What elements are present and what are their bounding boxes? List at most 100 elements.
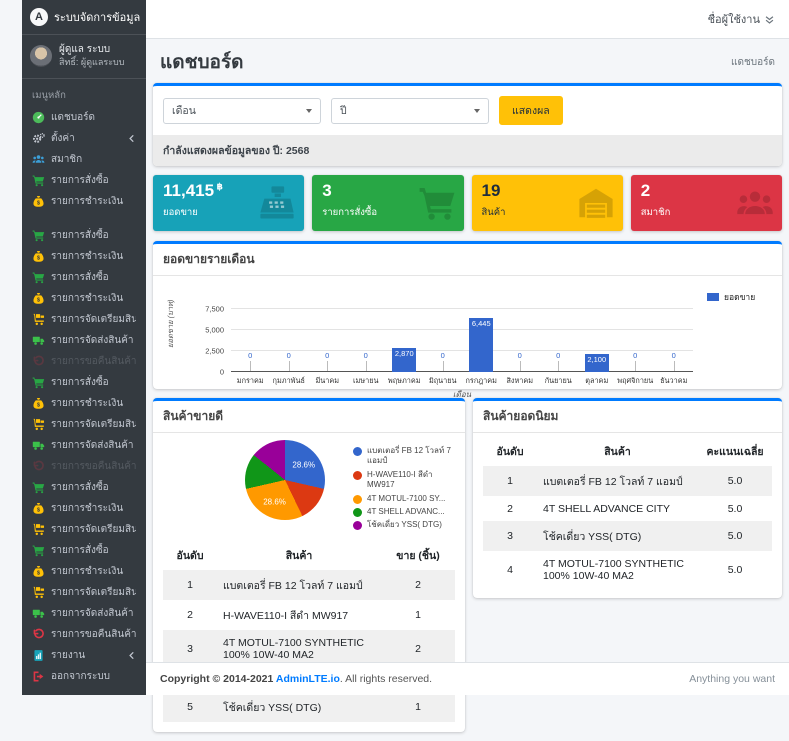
cart-icon [32,481,45,494]
main-area: ชื่อผู้ใช้งาน แดชบอร์ด แดชบอร์ด เดือน ปี… [146,0,789,695]
sidebar-item[interactable]: $รายการชำระเงิน [26,561,142,582]
month-select[interactable]: เดือน [163,98,321,124]
sidebar-item[interactable]: ตั้งค่า [26,128,142,149]
sidebar-item[interactable]: รายการขอคืนสินค้า [26,456,142,477]
bar-value-label: 0 [287,351,291,360]
table-cell: 4 [483,551,537,588]
table-cell: 1 [483,466,537,496]
svg-text:$: $ [37,507,40,513]
sidebar-item[interactable]: รายการสั่งซื้อ [26,477,142,498]
money-icon: $ [32,397,45,410]
x-axis-tick: เมษายน [347,376,386,387]
sidebar-item[interactable]: รายการสั่งซื้อ [26,372,142,393]
sidebar-item[interactable]: รายการจัดส่งสินค้า [26,603,142,624]
sidebar-item-label: รายการสั่งซื้อ [51,228,136,243]
stat-box[interactable]: 2สมาชิก [631,175,782,231]
money-icon: $ [32,250,45,263]
legend-dot [353,495,362,504]
table-header: ขาย (ชิ้น) [381,541,455,570]
sidebar-item-label: ตั้งค่า [51,131,121,146]
undo-icon [32,460,45,473]
sidebar-item-label: รายการจัดเตรียมสินค้า [51,585,136,600]
gears-icon [32,132,45,145]
sidebar-item[interactable]: รายการขอคืนสินค้า [26,351,142,372]
stat-box[interactable]: 3รายการสั่งซื้อ [312,175,463,231]
sidebar-item[interactable]: $รายการชำระเงิน [26,191,142,212]
pie-legend-item: แบตเตอรี่ FB 12 โวลท์ 7 แอมป์ [353,446,459,467]
pie-legend: แบตเตอรี่ FB 12 โวลท์ 7 แอมป์H-WAVE110-I… [353,446,459,531]
y-axis-tick: 2,500 [205,347,224,356]
legend-swatch [707,293,719,301]
user-panel[interactable]: ผู้ดูแล ระบบ สิทธิ์: ผู้ดูแลระบบ [22,35,146,79]
sidebar-item-label: รายการสั่งซื้อ [51,173,136,188]
table-header: สินค้า [537,437,698,466]
year-select[interactable]: ปี [331,98,489,124]
sidebar-item[interactable]: รายการจัดส่งสินค้า [26,435,142,456]
svg-text:$: $ [37,200,40,206]
sidebar-item[interactable]: รายการจัดเตรียมสินค้า [26,519,142,540]
user-menu-caret-icon [764,14,775,25]
popular-products-card: สินค้ายอดนิยม อันดับสินค้าคะแนนเฉลี่ย1แบ… [473,398,782,598]
sidebar-item[interactable]: รายการขอคืนสินค้า [26,624,142,645]
pie-slice-label: 28.6% [263,497,286,506]
stat-box[interactable]: 19สินค้า [472,175,623,231]
sidebar-item[interactable]: สมาชิก [26,149,142,170]
sidebar-item[interactable]: แดชบอร์ด [26,107,142,128]
menu-section-label: เมนูหลัก [22,79,146,107]
table-cell: 5 [163,692,217,722]
sidebar-item[interactable]: $รายการชำระเงิน [26,498,142,519]
monthly-sales-chart: 02,5005,0007,5000มกราคม0กุมภาพันธ์0มีนาค… [153,276,782,389]
footer: Copyright © 2014-2021 AdminLTE.io. All r… [146,662,789,695]
bar-value-label: 0 [248,351,252,360]
chevron-left-icon [127,134,136,143]
adminlte-link[interactable]: AdminLTE.io [276,673,340,685]
pie-chart[interactable]: 28.6%28.6% [245,440,325,520]
sidebar-item-label: รายการสั่งซื้อ [51,480,136,495]
x-axis-tick: มกราคม [231,376,270,387]
user-name: ผู้ดูแล ระบบ [59,44,124,57]
cart-icon [32,229,45,242]
show-results-button[interactable]: แสดงผล [499,96,563,125]
user-menu-button[interactable]: ชื่อผู้ใช้งาน [708,10,775,28]
sidebar-item-label: รายการจัดส่งสินค้า [51,438,136,453]
breadcrumb[interactable]: แดชบอร์ด [731,55,775,70]
sidebar-item-label: รายการชำระเงิน [51,396,136,411]
stat-box[interactable]: 11,415 ฿ยอดขาย [153,175,304,231]
x-axis-title: เดือน [231,388,693,401]
cash-register-icon [258,184,296,222]
legend-label: 4T SHELL ADVANC... [367,507,445,517]
sidebar-item[interactable]: รายการสั่งซื้อ [26,540,142,561]
sidebar-item[interactable]: $รายการชำระเงิน [26,288,142,309]
cart-icon [32,271,45,284]
sidebar-item[interactable]: รายการจัดส่งสินค้า [26,330,142,351]
bar-value-label: 2,100 [587,355,606,364]
sidebar-item[interactable]: รายการสั่งซื้อ [26,225,142,246]
sidebar-item[interactable]: รายการจัดเตรียมสินค้า [26,414,142,435]
sidebar-item[interactable]: ออกจากระบบ [26,666,142,687]
table-cell: โช้คเดี่ยว YSS( DTG) [217,692,381,722]
svg-text:$: $ [37,402,40,408]
sidebar-item[interactable]: รายการสั่งซื้อ [26,267,142,288]
sidebar-item[interactable]: รายการจัดเตรียมสินค้า [26,582,142,603]
sidebar-item-label: รายการสั่งซื้อ [51,270,136,285]
sidebar-item[interactable]: รายการสั่งซื้อ [26,170,142,191]
table-cell: 1 [381,600,455,630]
bar-value-label: 6,445 [472,319,491,328]
chevron-down-icon [306,109,312,113]
sidebar-item[interactable]: รายการจัดเตรียมสินค้า [26,309,142,330]
money-icon: $ [32,292,45,305]
bar-value-label: 0 [518,351,522,360]
sidebar-item-label: รายการขอคืนสินค้า [51,459,136,474]
sidebar-item[interactable]: รายงาน [26,645,142,666]
x-axis-tick: พฤษภาคม [385,376,424,387]
table-row: 44T MOTUL-7100 SYNTHETIC 100% 10W-40 MA2… [483,551,772,588]
x-axis-tick: กันยายน [539,376,578,387]
brand[interactable]: A ระบบจัดการข้อมูล [22,0,146,35]
cart-big-icon [418,184,456,222]
x-axis-tick: กุมภาพันธ์ [270,376,309,387]
sidebar-item[interactable]: $ รายการชำระเงิน [26,393,142,414]
sidebar-item[interactable]: $รายการชำระเงิน [26,246,142,267]
table-cell: แบตเตอรี่ FB 12 โวลท์ 7 แอมป์ [217,570,381,600]
x-axis-tick: สิงหาคม [501,376,540,387]
truck-icon [32,334,45,347]
